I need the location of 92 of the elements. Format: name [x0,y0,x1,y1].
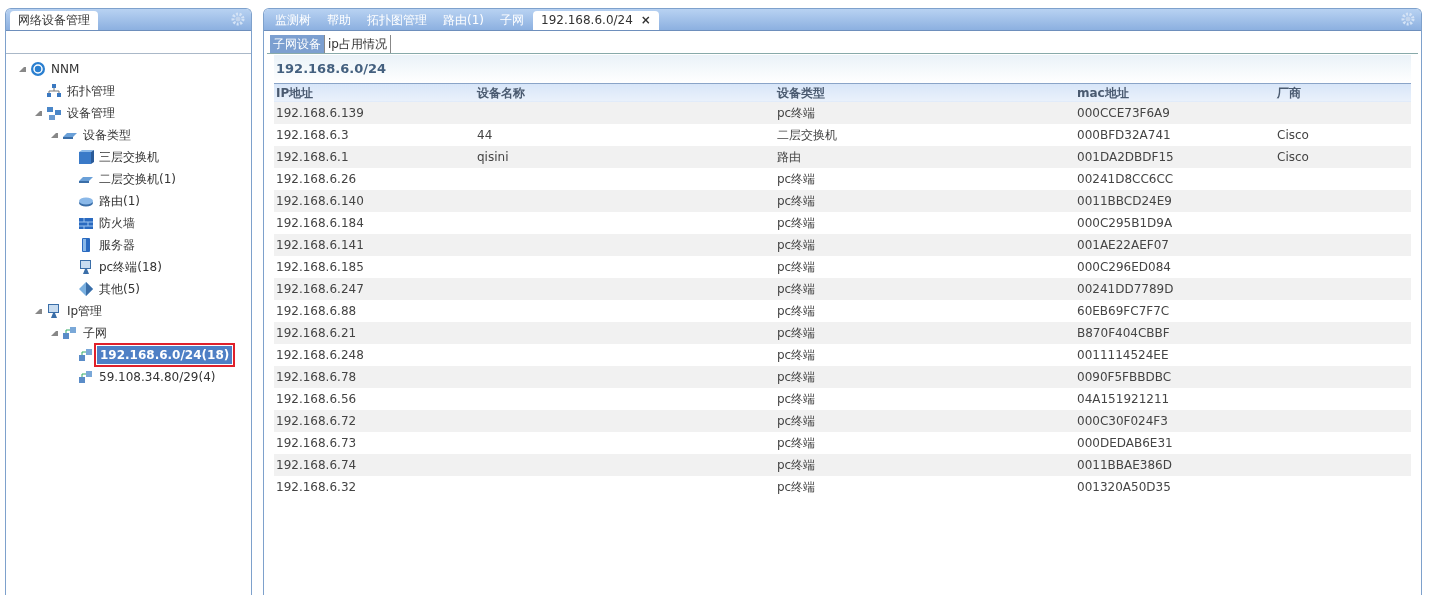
tree-item[interactable]: NNM [49,60,82,78]
table-cell: Cisco [1277,149,1309,164]
table-cell: 001AE22AEF07 [1077,237,1169,252]
table-cell: pc终端 [777,281,816,296]
table-cell: 192.168.6.141 [276,237,364,252]
tree-item[interactable]: 设备类型 [81,126,133,144]
table-cell: pc终端 [777,347,816,362]
table-cell: qisini [477,149,509,164]
column-header: mac地址 [1075,83,1275,102]
table-cell: 192.168.6.32 [276,479,357,494]
table-cell: 192.168.6.73 [276,435,357,450]
tree-item[interactable]: pc终端(18) [97,258,164,276]
tree-item[interactable]: 设备管理 [65,104,117,122]
table-cell: 192.168.6.1 [276,149,349,164]
table-cell: 192.168.6.184 [276,215,364,230]
tree-item[interactable]: 子网 [81,324,109,342]
table-cell: Cisco [1277,127,1309,142]
diamond-icon [78,281,94,297]
tree-item[interactable]: 三层交换机 [97,148,161,166]
table-cell: 000CCE73F6A9 [1077,105,1170,120]
table-cell: 001DA2DBDF15 [1077,149,1174,164]
table-cell: 192.168.6.88 [276,303,357,318]
network-icon [62,325,78,341]
network-icon [78,369,94,385]
tree-item[interactable]: 拓扑管理 [65,82,117,100]
network-icon [46,83,62,99]
table-cell: pc终端 [777,259,816,274]
table-cell: 192.168.6.3 [276,127,349,142]
table-cell: 192.168.6.74 [276,457,357,472]
column-header: 设备名称 [475,83,775,102]
table-cell: 000C30F024F3 [1077,413,1168,428]
table-cell: 路由 [777,149,801,164]
globe-icon [30,61,46,77]
tree-item[interactable]: 192.168.6.0/24(18) [97,346,233,364]
table-cell: 000C296ED084 [1077,259,1171,274]
table-cell: 192.168.6.72 [276,413,357,428]
table-cell: 192.168.6.21 [276,325,357,340]
table-cell: 00241D8CC6CC [1077,171,1174,186]
tree-item[interactable]: Ip管理 [65,302,105,320]
column-header: IP地址 [274,83,475,102]
panel-title: 网络设备管理 [10,11,98,30]
table-cell: 192.168.6.56 [276,391,357,406]
table-cell: pc终端 [777,303,816,318]
table-cell: pc终端 [777,171,816,186]
switch-icon [78,149,94,165]
table-cell: 0011BBCD24E9 [1077,193,1172,208]
tree-item[interactable]: 防火墙 [97,214,137,232]
table-cell: pc终端 [777,479,816,494]
table-cell: 44 [477,127,493,142]
tree-item[interactable]: 服务器 [97,236,137,254]
tree-item[interactable]: 路由(1) [97,192,142,210]
computer-icon [46,303,62,319]
table-cell: 60EB69FC7F7C [1077,303,1170,318]
table-cell: pc终端 [777,457,816,472]
column-header: 设备类型 [775,83,1075,102]
table-cell: 000BFD32A741 [1077,127,1171,142]
table-cell: 192.168.6.140 [276,193,364,208]
table-cell: 001320A50D35 [1077,479,1171,494]
close-icon[interactable]: × [640,13,651,27]
computer-icon [78,259,94,275]
table-cell: 192.168.6.139 [276,105,364,120]
table-cell: 00241DD7789D [1077,281,1174,296]
table-cell: 0011BBAE386D [1077,457,1172,472]
table-cell: B870F404CBBF [1077,325,1170,340]
table-cell: pc终端 [777,215,816,230]
network-icon [78,347,94,363]
table-cell: 192.168.6.248 [276,347,364,362]
table-cell: 192.168.6.185 [276,259,364,274]
table-cell: 0090F5FBBDBC [1077,369,1172,384]
table-cell: 192.168.6.78 [276,369,357,384]
tree-item[interactable]: 59.108.34.80/29(4) [97,368,218,386]
column-header: 厂商 [1275,83,1411,102]
table-cell: pc终端 [777,325,816,340]
table-cell: 二层交换机 [777,127,837,142]
tab[interactable]: 192.168.6.0/24 × [533,11,659,30]
firewall-icon [78,215,94,231]
table-cell: pc终端 [777,193,816,208]
table-cell: pc终端 [777,105,816,120]
table-cell: pc终端 [777,413,816,428]
tree-item[interactable]: 其他(5) [97,280,142,298]
table-cell: 000DEDAB6E31 [1077,435,1173,450]
table-cell: pc终端 [777,369,816,384]
table-cell: 04A151921211 [1077,391,1170,406]
table-cell: 192.168.6.247 [276,281,364,296]
tree-item[interactable]: 二层交换机(1) [97,170,178,188]
network-icon [46,105,62,121]
table-cell: pc终端 [777,435,816,450]
table-cell: pc终端 [777,237,816,252]
table-cell: 000C295B1D9A [1077,215,1173,230]
table-cell: pc终端 [777,391,816,406]
table-cell: 0011114524EE [1077,347,1169,362]
table-cell: 192.168.6.26 [276,171,357,186]
